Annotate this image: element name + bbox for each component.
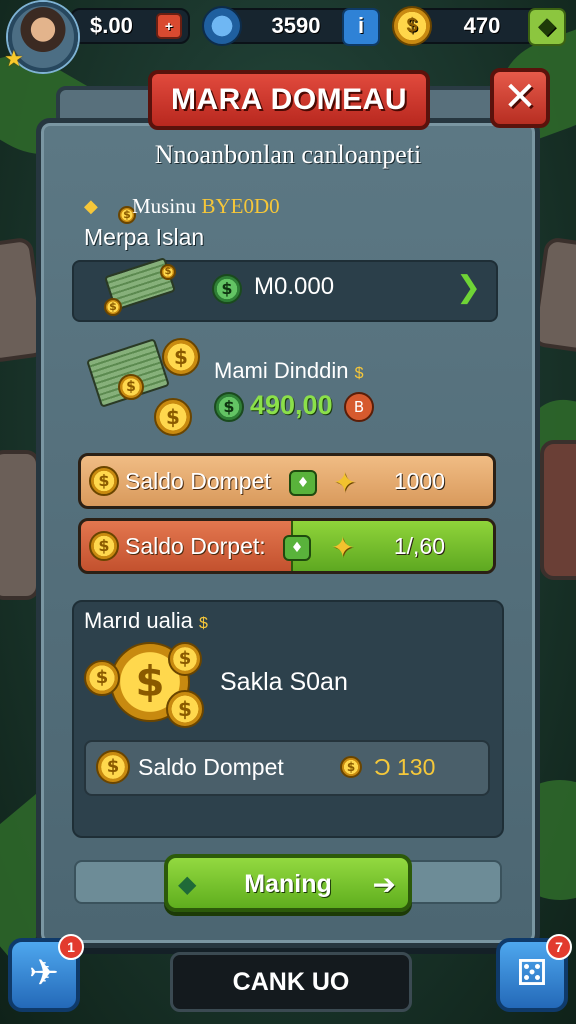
close-button[interactable]: ✕: [490, 68, 550, 128]
money-row-value: M0.000: [254, 273, 335, 300]
reward-title-suffix: $: [354, 365, 364, 382]
coin-icon: $: [96, 750, 130, 784]
coin-counter[interactable]: $ 470 ◆: [392, 6, 566, 46]
gem-value: 3590: [271, 13, 321, 38]
arrow-right-icon: ➔: [372, 868, 396, 901]
tag-icon: ◆: [84, 196, 98, 217]
wallet-bar-value: 1/,60: [393, 533, 445, 559]
top-hud: $.00 + 3590 i $ 470 ◆ ★: [0, 0, 576, 72]
wallet-bar-label: Saldo Dorpet:: [125, 533, 266, 559]
notification-badge: 7: [546, 934, 572, 960]
add-icon[interactable]: ◆: [528, 8, 566, 46]
puzzle-icon: ✦: [333, 466, 357, 499]
coin-icon: $: [154, 398, 192, 436]
coin-icon: $: [340, 756, 362, 778]
section-label: Merpa Islan: [84, 224, 205, 250]
close-icon: ✕: [503, 74, 537, 120]
dice-button[interactable]: ⚄ 7: [496, 934, 572, 1012]
wallet-bar-1[interactable]: $ Saldo Dompet ♦ ✦ 1000: [78, 453, 496, 509]
side-card-left-lower: [0, 450, 40, 600]
reward-title-text: Mami Dinddin: [214, 358, 349, 383]
coin-icon: $: [166, 690, 204, 728]
lower-title: Marıd ualia $: [84, 608, 208, 634]
reward-tag: B: [344, 392, 374, 422]
reward-value: 490,00: [250, 390, 333, 420]
coin-icon: $: [168, 642, 202, 676]
star-icon: ★: [4, 47, 24, 72]
side-card-right-lower: [540, 440, 576, 580]
coin-icon: $: [118, 374, 144, 400]
chip-icon: ♦: [283, 535, 311, 561]
cash-value: $.00: [90, 13, 133, 38]
coin-icon: $: [89, 531, 119, 561]
coin-icon: $: [160, 264, 176, 280]
green-coin-icon: $: [212, 274, 242, 304]
coin-icon: $: [162, 338, 200, 376]
lower-title-suffix: $: [198, 615, 208, 632]
wallet-bar-label: Saldo Dompet: [125, 468, 271, 494]
dialog-title: MARA DOMEAU: [148, 70, 430, 130]
wallet-bar-value: 1000: [393, 468, 445, 494]
info-icon[interactable]: i: [342, 8, 380, 46]
cash-plus-icon[interactable]: +: [156, 13, 182, 39]
coin-icon: $: [104, 298, 122, 316]
gem-counter[interactable]: 3590 i: [202, 6, 380, 46]
chip-icon: ♦: [289, 470, 317, 496]
bottom-button[interactable]: CANK UO: [170, 952, 412, 1012]
section-top-label-accent: BYE0D0: [201, 194, 280, 218]
primary-button[interactable]: ◆ Maning ➔: [164, 854, 412, 912]
lower-caption: Sakla S0an: [220, 668, 348, 696]
wallet-bar-2[interactable]: $ Saldo Dorpet: ♦ ✦ 1/,60: [78, 518, 496, 574]
gem-icon: [202, 6, 242, 46]
wallet-row-value: Ɔ 130: [374, 754, 436, 780]
lower-title-text: Marıd ualia: [84, 608, 193, 633]
coin-value: 470: [463, 13, 501, 38]
chevron-right-icon[interactable]: ❯: [456, 270, 481, 305]
send-button[interactable]: ✈ 1: [8, 934, 84, 1012]
coin-icon: $: [392, 6, 432, 46]
dice-icon: ⚄: [516, 953, 548, 994]
section-top-label-text: Musinu: [132, 194, 197, 218]
section-top-label: Musinu BYE0D0: [132, 194, 280, 219]
puzzle-icon: ✦: [331, 531, 355, 564]
notification-badge: 1: [58, 934, 84, 960]
cash-counter[interactable]: $.00 +: [70, 8, 190, 44]
wallet-row-label: Saldo Dompet: [138, 754, 284, 780]
dialog-subtitle: Nnoanbonlan canloanpeti: [154, 140, 422, 169]
coin-icon: $: [84, 660, 120, 696]
coin-icon: $: [89, 466, 119, 496]
paper-plane-icon: ✈: [28, 953, 60, 994]
wallet-bar-fill: [291, 521, 493, 571]
reward-title: Mami Dinddin $: [214, 358, 364, 384]
green-coin-icon: $: [214, 392, 244, 422]
